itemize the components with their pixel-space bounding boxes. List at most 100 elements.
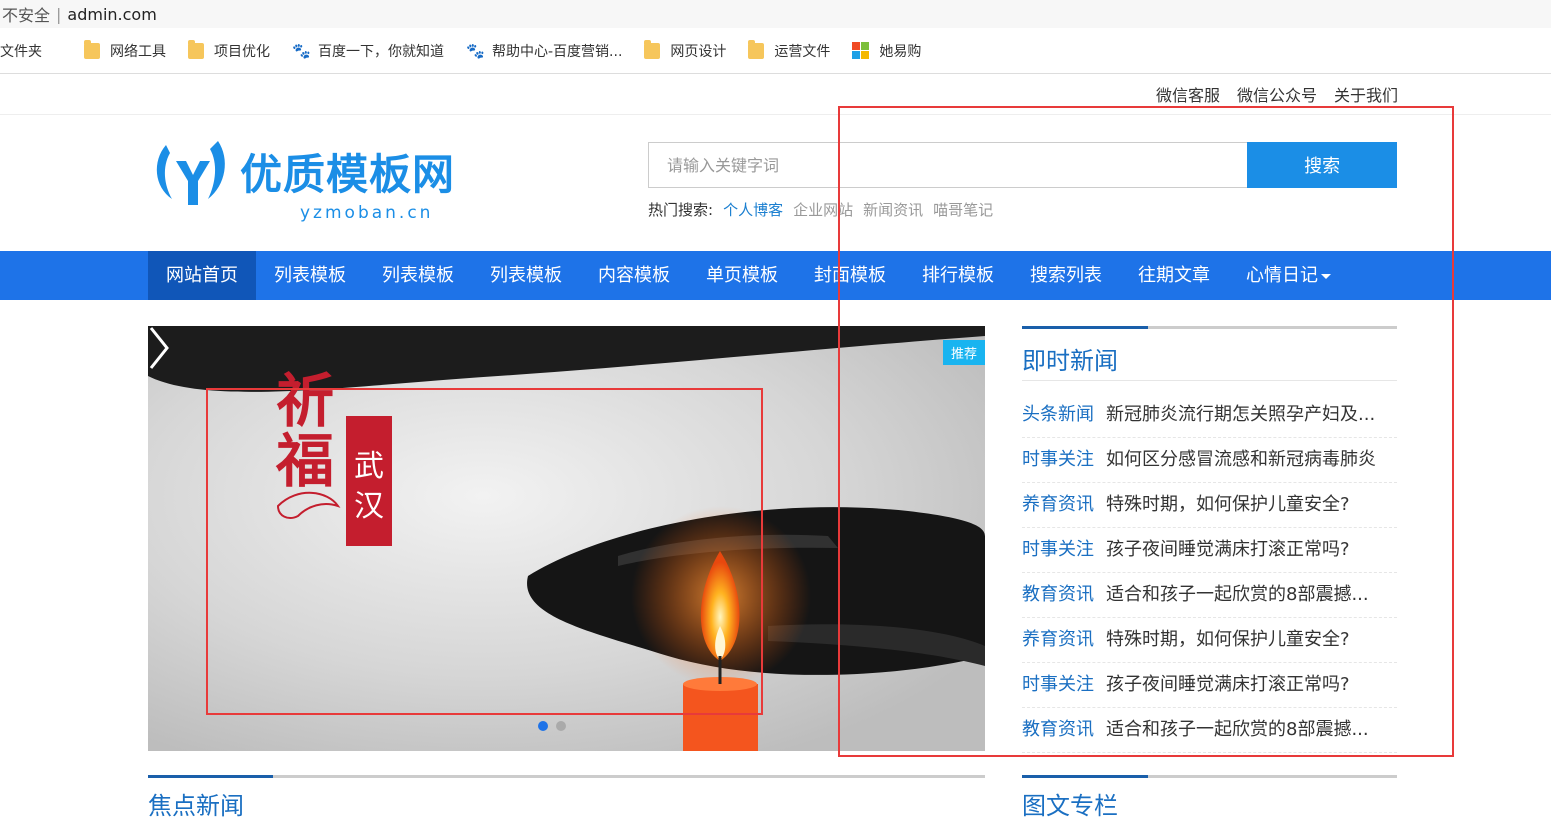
bookmark-operation-files[interactable]: 运营文件 <box>748 39 831 61</box>
nav-content-template[interactable]: 内容模板 <box>580 251 688 300</box>
bookmark-label: 项目优化 <box>214 43 270 60</box>
banner-slider[interactable]: 祈 福 武 汉 推荐 <box>148 326 985 751</box>
search-input[interactable] <box>648 142 1248 188</box>
news-category[interactable]: 教育资讯 <box>1022 584 1094 605</box>
bookmark-label: 网络工具 <box>110 43 166 60</box>
instant-news-title: 即时新闻 <box>1022 341 1397 381</box>
news-title[interactable]: 孩子夜间睡觉满床打滚正常吗? <box>1106 674 1350 695</box>
picture-column-title: 图文专栏 <box>1022 792 1118 820</box>
banner-image: 祈 福 武 汉 <box>148 326 985 751</box>
list-item[interactable]: 养育资讯 特殊时期，如何保护儿童安全? <box>1022 483 1397 528</box>
news-title[interactable]: 孩子夜间睡觉满床打滚正常吗? <box>1106 539 1350 560</box>
focus-news-title: 焦点新闻 <box>148 792 244 820</box>
nav-home[interactable]: 网站首页 <box>148 251 256 300</box>
bookmark-label: 运营文件 <box>774 43 831 60</box>
news-category[interactable]: 养育资讯 <box>1022 494 1094 515</box>
list-item[interactable]: 时事关注 如何区分感冒流感和新冠病毒肺炎 <box>1022 438 1397 483</box>
section-accent-line <box>148 775 985 778</box>
nav-mood-diary[interactable]: 心情日记 <box>1228 251 1349 300</box>
news-title[interactable]: 适合和孩子一起欣赏的8部震撼... <box>1106 719 1369 740</box>
hot-keyword-personal-blog[interactable]: 个人博客 <box>723 199 783 220</box>
hot-keyword-news[interactable]: 新闻资讯 <box>863 199 923 220</box>
tiles-icon <box>852 42 870 59</box>
calligraphy-main-1: 祈 <box>276 367 334 435</box>
news-category[interactable]: 教育资讯 <box>1022 719 1094 740</box>
bookmark-label: 百度一下，你就知道 <box>318 43 444 60</box>
section-accent-line <box>1022 775 1397 778</box>
nav-list-template-3[interactable]: 列表模板 <box>472 251 580 300</box>
logo-domain: yzmoban.cn <box>300 203 434 223</box>
calligraphy-seal-1: 武 <box>354 449 384 484</box>
bookmark-label: 她易购 <box>879 43 922 60</box>
news-category[interactable]: 时事关注 <box>1022 449 1094 470</box>
site-logo[interactable]: 优质模板网 yzmoban.cn <box>152 133 502 225</box>
about-link[interactable]: 关于我们 <box>1334 82 1398 106</box>
calligraphy-seal-2: 汉 <box>354 489 384 524</box>
list-item[interactable]: 时事关注 孩子夜间睡觉满床打滚正常吗? <box>1022 663 1397 708</box>
main-nav: 网站首页 列表模板 列表模板 列表模板 内容模板 单页模板 封面模板 排行模板 … <box>0 251 1551 300</box>
news-category[interactable]: 时事关注 <box>1022 674 1094 695</box>
baidu-paw-icon: 🐾 <box>292 41 311 60</box>
slider-dots <box>538 721 566 731</box>
bookmarks-bar: 文件夹 网络工具 项目优化 🐾 百度一下，你就知道 🐾 帮助中心-百度营销...… <box>0 28 1551 74</box>
instant-news-panel: 即时新闻 头条新闻 新冠肺炎流行期怎关照孕产妇及... 时事关注 如何区分感冒流感和… <box>1022 326 1397 753</box>
hot-keyword-miaoge[interactable]: 喵哥笔记 <box>933 199 993 220</box>
wechat-official-link[interactable]: 微信公众号 <box>1237 82 1317 106</box>
hot-keyword-enterprise[interactable]: 企业网站 <box>793 199 853 220</box>
slider-dot-active[interactable] <box>538 721 548 731</box>
address-separator: | <box>56 4 62 24</box>
next-arrow-icon[interactable] <box>148 326 170 370</box>
caret-down-icon <box>1321 273 1331 279</box>
baidu-paw-icon: 🐾 <box>466 41 485 60</box>
bookmark-project-optimize[interactable]: 项目优化 <box>188 39 270 61</box>
bookmark-baidu-help[interactable]: 🐾 帮助中心-百度营销... <box>466 41 622 61</box>
bookmark-folders[interactable]: 文件夹 <box>0 41 42 61</box>
search-button[interactable]: 搜索 <box>1247 142 1397 188</box>
bookmark-label: 文件夹 <box>0 43 42 60</box>
news-title[interactable]: 如何区分感冒流感和新冠病毒肺炎 <box>1106 449 1376 470</box>
search-box: 搜索 <box>648 142 1397 188</box>
folder-icon <box>748 39 765 59</box>
logo-name: 优质模板网 <box>240 150 456 199</box>
security-label[interactable]: 不安全 <box>0 2 50 26</box>
nav-search-list[interactable]: 搜索列表 <box>1012 251 1120 300</box>
news-title[interactable]: 新冠肺炎流行期怎关照孕产妇及... <box>1106 404 1375 425</box>
bookmark-baidu[interactable]: 🐾 百度一下，你就知道 <box>292 41 444 61</box>
section-accent-line <box>1022 326 1397 329</box>
list-item[interactable]: 头条新闻 新冠肺炎流行期怎关照孕产妇及... <box>1022 393 1397 438</box>
url-text[interactable]: admin.com <box>67 5 156 24</box>
news-title[interactable]: 特殊时期，如何保护儿童安全? <box>1106 629 1350 650</box>
hot-search: 热门搜索: 个人博客 企业网站 新闻资讯 喵哥笔记 <box>648 199 993 220</box>
nav-cover-template[interactable]: 封面模板 <box>796 251 904 300</box>
wechat-service-link[interactable]: 微信客服 <box>1156 82 1220 106</box>
bookmark-web-design[interactable]: 网页设计 <box>644 39 727 61</box>
nav-ranking-template[interactable]: 排行模板 <box>904 251 1012 300</box>
bookmark-tayigou[interactable]: 她易购 <box>852 41 921 61</box>
list-item[interactable]: 时事关注 孩子夜间睡觉满床打滚正常吗? <box>1022 528 1397 573</box>
recommend-badge: 推荐 <box>942 340 985 365</box>
list-item[interactable]: 教育资讯 适合和孩子一起欣赏的8部震撼... <box>1022 708 1397 753</box>
folder-icon <box>188 39 204 59</box>
nav-list-template-1[interactable]: 列表模板 <box>256 251 364 300</box>
news-category[interactable]: 头条新闻 <box>1022 404 1094 425</box>
news-category[interactable]: 时事关注 <box>1022 539 1094 560</box>
calligraphy-main-2: 福 <box>275 427 334 495</box>
hot-search-label: 热门搜索: <box>648 201 714 219</box>
address-bar[interactable]: 不安全 | admin.com <box>0 0 1551 28</box>
folder-icon <box>644 39 661 59</box>
news-title[interactable]: 适合和孩子一起欣赏的8部震撼... <box>1106 584 1369 605</box>
list-item[interactable]: 养育资讯 特殊时期，如何保护儿童安全? <box>1022 618 1397 663</box>
bookmark-label: 帮助中心-百度营销... <box>492 43 623 60</box>
news-category[interactable]: 养育资讯 <box>1022 629 1094 650</box>
nav-single-page-template[interactable]: 单页模板 <box>688 251 796 300</box>
slider-dot[interactable] <box>556 721 566 731</box>
bookmark-label: 网页设计 <box>670 43 727 60</box>
folder-icon <box>84 39 100 59</box>
divider <box>0 114 1551 115</box>
nav-list-template-2[interactable]: 列表模板 <box>364 251 472 300</box>
nav-past-articles[interactable]: 往期文章 <box>1120 251 1228 300</box>
logo-mark-icon <box>156 141 225 205</box>
news-title[interactable]: 特殊时期，如何保护儿童安全? <box>1106 494 1350 515</box>
list-item[interactable]: 教育资讯 适合和孩子一起欣赏的8部震撼... <box>1022 573 1397 618</box>
bookmark-network-tools[interactable]: 网络工具 <box>84 39 166 61</box>
